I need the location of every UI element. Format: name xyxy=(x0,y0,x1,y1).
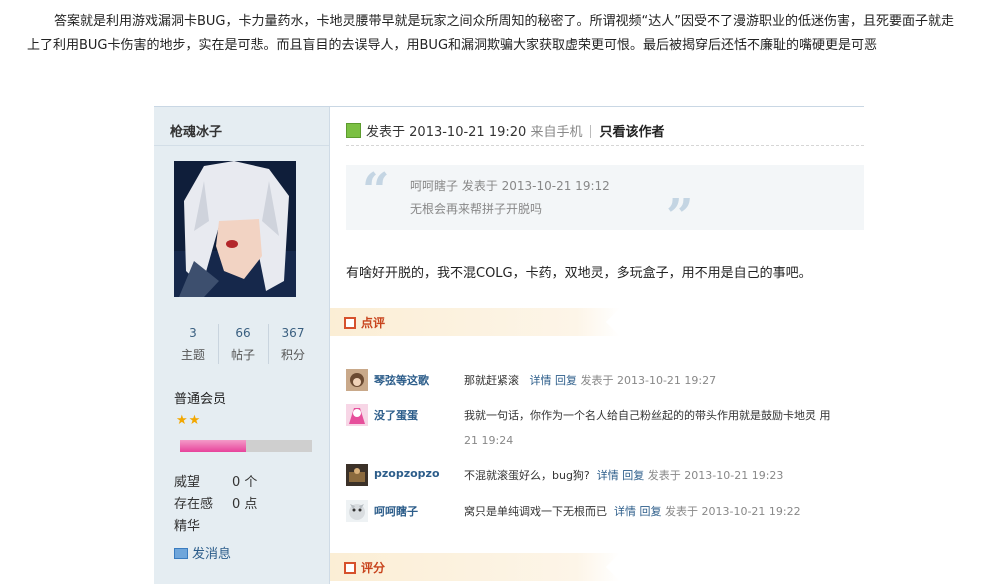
comment-item: pzopzopzo 不混就滚蛋好么，bug狗? 详情 回复 发表于 2013-1… xyxy=(346,464,864,488)
commenter-avatar[interactable] xyxy=(346,404,368,426)
commenter-avatar[interactable] xyxy=(346,500,368,522)
rank-progress-fill xyxy=(180,440,246,452)
header-divider xyxy=(590,125,592,138)
stat-points-count: 367 xyxy=(281,326,305,340)
comment-meta: 发表于 2013-10-21 19:27 xyxy=(580,374,717,387)
comment-reply-link[interactable]: 回复 xyxy=(555,374,577,387)
post-main: 发表于 2013-10-21 19:20 来自手机 只看该作者 “ 呵呵瞎子 发表… xyxy=(330,107,864,584)
quote-meta: 呵呵瞎子 发表于 2013-10-21 19:12 xyxy=(410,179,610,193)
only-author-link[interactable]: 只看该作者 xyxy=(599,125,664,140)
stat-points[interactable]: 367 积分 xyxy=(268,322,318,366)
field-presence: 存在感 0 点 xyxy=(174,493,257,512)
square-icon xyxy=(344,562,356,574)
posted-prefix: 发表于 xyxy=(366,125,406,140)
stat-posts-label: 帖子 xyxy=(230,348,255,362)
avatar-image xyxy=(174,161,296,297)
field-essence: 精华 xyxy=(174,515,232,534)
comment-detail-link[interactable]: 详情 xyxy=(597,469,619,482)
send-message-label: 发消息 xyxy=(192,547,232,562)
commenter-name[interactable]: 琴弦等这歌 xyxy=(374,372,429,388)
stat-threads-count: 3 xyxy=(189,326,197,340)
quote-block: “ 呵呵瞎子 发表于 2013-10-21 19:12 无根会再来帮拼子开脱吗 … xyxy=(346,163,864,241)
field-prestige-value: 0 个 xyxy=(232,475,258,490)
square-icon xyxy=(344,317,356,329)
rank-progress-bar xyxy=(180,440,312,452)
comment-reply-link[interactable]: 回复 xyxy=(640,505,662,518)
user-rank[interactable]: 普通会员 xyxy=(174,388,226,407)
quote-text: 无根会再来帮拼子开脱吗 xyxy=(410,202,543,216)
comment-item: 琴弦等这歌 那就赶紧滚 详情 回复 发表于 2013-10-21 19:27 xyxy=(346,369,864,393)
comment-meta: 21 19:24 xyxy=(464,434,514,447)
comment-text: 我就一句话，你作为一个名人给自己粉丝起的的带头作用就是鼓励卡地灵 用 xyxy=(464,409,831,422)
comment-text: 窝只是单纯调戏一下无根而已 xyxy=(464,505,607,518)
comment-text-line: 窝只是单纯调戏一下无根而已 详情 回复 发表于 2013-10-21 19:22 xyxy=(464,503,801,519)
comment-detail-link[interactable]: 详情 xyxy=(530,374,552,387)
open-quote-icon: “ xyxy=(362,163,390,219)
commenter-name[interactable]: 呵呵瞎子 xyxy=(374,503,418,519)
stat-threads[interactable]: 3 主题 xyxy=(168,322,218,366)
comment-meta: 发表于 2013-10-21 19:23 xyxy=(647,469,784,482)
post-header: 发表于 2013-10-21 19:20 来自手机 只看该作者 xyxy=(346,121,664,140)
stat-points-label: 积分 xyxy=(280,348,305,362)
field-presence-label: 存在感 xyxy=(174,497,214,512)
author-sidebar: 枪魂冰子 3 主题 66 帖子 367 积分 普通会员 ★★ 威望 0 个 存在… xyxy=(154,107,330,584)
comments-header: 点评 xyxy=(330,308,620,336)
comment-reply-link[interactable]: 回复 xyxy=(622,469,644,482)
commenter-name[interactable]: pzopzopzo xyxy=(374,467,440,480)
comment-item: 没了蛋蛋 我就一句话，你作为一个名人给自己粉丝起的的带头作用就是鼓励卡地灵 用 … xyxy=(346,404,864,452)
forum-post: 枪魂冰子 3 主题 66 帖子 367 积分 普通会员 ★★ 威望 0 个 存在… xyxy=(154,106,864,584)
field-prestige: 威望 0 个 xyxy=(174,471,257,490)
rating-header: 评分 xyxy=(330,553,620,581)
field-presence-value: 0 点 xyxy=(232,497,258,512)
intro-paragraph: 答案就是利用游戏漏洞卡BUG，卡力量药水，卡地灵腰带早就是玩家之间众所周知的秘密… xyxy=(27,14,954,53)
posted-time: 2013-10-21 19:20 xyxy=(409,125,527,140)
field-prestige-label: 威望 xyxy=(174,475,201,490)
from-mobile[interactable]: 来自手机 xyxy=(530,125,582,140)
author-name[interactable]: 枪魂冰子 xyxy=(170,121,222,140)
send-message-link[interactable]: 发消息 xyxy=(174,543,231,562)
stat-posts-count: 66 xyxy=(235,326,251,340)
comment-item: 呵呵瞎子 窝只是单纯调戏一下无根而已 详情 回复 发表于 2013-10-21 … xyxy=(346,500,864,524)
commenter-avatar[interactable] xyxy=(346,464,368,486)
comment-text-line: 不混就滚蛋好么，bug狗? 详情 回复 发表于 2013-10-21 19:23 xyxy=(464,467,783,483)
comment-text: 那就赶紧滚 xyxy=(464,374,519,387)
mail-icon xyxy=(174,548,188,559)
rating-label: 评分 xyxy=(361,561,386,575)
comment-text-line: 那就赶紧滚 详情 回复 发表于 2013-10-21 19:27 xyxy=(464,372,716,388)
comment-detail-link[interactable]: 详情 xyxy=(614,505,636,518)
close-quote-icon: ” xyxy=(666,189,694,245)
stat-posts[interactable]: 66 帖子 xyxy=(218,322,268,366)
post-body: 有啥好开脱的，我不混COLG，卡药，双地灵，多玩盒子，用不用是自己的事吧。 xyxy=(346,266,812,281)
author-avatar[interactable] xyxy=(174,161,296,297)
commenter-avatar[interactable] xyxy=(346,369,368,391)
rank-stars-icon: ★★ xyxy=(176,413,202,428)
header-divider-line xyxy=(346,145,864,146)
divider xyxy=(154,145,329,146)
stat-threads-label: 主题 xyxy=(180,348,205,362)
field-essence-label: 精华 xyxy=(174,519,201,534)
commenter-name[interactable]: 没了蛋蛋 xyxy=(374,407,418,423)
comment-text: 不混就滚蛋好么，bug狗? xyxy=(464,469,590,482)
comment-meta: 发表于 2013-10-21 19:22 xyxy=(665,505,801,518)
post-icon xyxy=(346,123,361,138)
comments-label: 点评 xyxy=(361,316,386,330)
